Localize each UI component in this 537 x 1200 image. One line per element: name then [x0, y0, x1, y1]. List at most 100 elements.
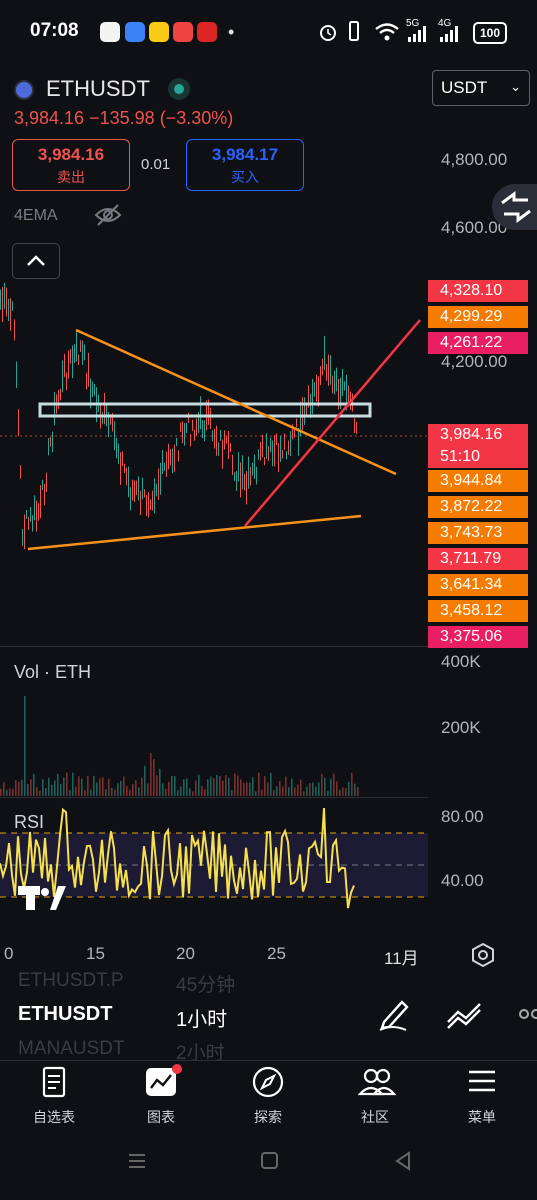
volume-bar: [282, 786, 284, 796]
pencil-icon[interactable]: [376, 996, 410, 1032]
settings-icon[interactable]: [470, 942, 496, 968]
sell-label: 卖出: [57, 169, 85, 185]
chevron-down-icon: ⌄: [510, 79, 521, 94]
signal-icon: [408, 26, 426, 42]
nav-watchlist[interactable]: 自选表: [4, 1062, 104, 1132]
eth-icon: [14, 80, 34, 100]
price-tag: 4,299.29: [428, 306, 528, 328]
compass-icon: [252, 1066, 284, 1098]
volume-bar: [357, 787, 359, 796]
community-icon: [358, 1068, 397, 1096]
volume-bar: [189, 788, 191, 796]
price-axis-label: 4,800.00: [441, 150, 508, 169]
share-chart-button[interactable]: [492, 184, 537, 230]
volume-bar: [126, 786, 128, 796]
volume-bar: [288, 787, 290, 796]
volume-bar: [51, 784, 53, 796]
volume-bar: [237, 775, 239, 796]
volume-bar: [168, 781, 170, 796]
app-notification-icon: [125, 22, 145, 42]
pane-divider: [0, 797, 428, 798]
volume-bar: [228, 777, 230, 796]
symbol-list[interactable]: ETHUSDT.P 45分钟 ETHUSDT 1小时 MANAUSDT 2小时: [0, 970, 537, 1060]
spread-value: 0.01: [141, 156, 171, 173]
volume-bar: [264, 776, 266, 796]
buy-button[interactable]: 3,984.17 买入: [186, 139, 304, 191]
time-axis-label: 20: [176, 944, 195, 963]
home-icon[interactable]: [259, 1150, 281, 1172]
volume-bar: [78, 776, 80, 796]
volume-axis-label: 200K: [441, 718, 481, 737]
volume-bar: [6, 789, 8, 796]
volume-bar: [192, 791, 194, 796]
volume-chart[interactable]: [0, 680, 428, 798]
volume-bar: [240, 779, 242, 796]
volume-bar: [123, 776, 125, 796]
trendline-tool-icon[interactable]: [444, 998, 484, 1030]
nav-menu[interactable]: 菜单: [432, 1062, 532, 1132]
ascending-trendline[interactable]: [27, 514, 362, 551]
volume-bar: [33, 773, 35, 796]
volume-bar: [351, 772, 353, 796]
volume-bar: [306, 786, 308, 796]
volume-bar: [39, 790, 41, 796]
wifi-icon: [375, 23, 399, 41]
list-item-timeframe[interactable]: 1小时: [176, 1003, 227, 1032]
list-item-timeframe[interactable]: 45分钟: [176, 970, 235, 997]
more-tools-icon[interactable]: [518, 1008, 537, 1020]
market-status-icon[interactable]: [168, 78, 190, 100]
resistance-rectangle[interactable]: [38, 402, 372, 418]
volume-bar: [273, 790, 275, 796]
list-item-symbol[interactable]: ETHUSDT.P: [18, 970, 124, 992]
change-percent: (−3.30%): [159, 108, 234, 128]
nav-chart[interactable]: 图表: [111, 1062, 211, 1132]
volume-bar: [339, 789, 341, 796]
time-axis-label: 11月: [384, 949, 419, 968]
volume-bar: [186, 778, 188, 796]
rising-trendline[interactable]: [244, 319, 421, 527]
indicator-legend[interactable]: 4EMA: [14, 207, 58, 225]
volume-bar: [9, 788, 11, 796]
volume-bar: [180, 786, 182, 796]
volume-bar: [258, 772, 260, 796]
price-change: 3,984.16 −135.98 (−3.30%): [14, 108, 233, 129]
price-tag: 3,872.22: [428, 496, 528, 518]
battery-icon: 100: [473, 22, 507, 44]
nav-community[interactable]: 社区: [325, 1062, 425, 1132]
volume-bar: [21, 779, 23, 796]
volume-bar: [48, 777, 50, 796]
more-notifications-dot: •: [228, 22, 235, 42]
eye-off-icon[interactable]: [94, 203, 122, 227]
rsi-axis-label: 80.00: [441, 807, 484, 826]
volume-bar: [270, 772, 272, 796]
recent-apps-icon[interactable]: [126, 1150, 148, 1172]
sell-button[interactable]: 3,984.16 卖出: [12, 139, 130, 191]
rsi-chart[interactable]: [0, 800, 428, 930]
volume-bar: [96, 782, 98, 796]
list-item-timeframe[interactable]: 2小时: [176, 1038, 225, 1060]
list-item-symbol[interactable]: ETHUSDT: [18, 1003, 112, 1026]
volume-bar: [0, 788, 2, 796]
price-tag: 51:10: [428, 446, 528, 468]
volume-bar: [102, 777, 104, 796]
volume-bar: [336, 781, 338, 796]
volume-bar: [105, 789, 107, 796]
price-axis-label: 4,200.00: [441, 352, 508, 371]
nav-explore[interactable]: 探索: [218, 1062, 318, 1132]
time-axis-label: 15: [86, 944, 105, 963]
volume-bar: [177, 790, 179, 796]
volume-bar: [252, 777, 254, 796]
share-icon: [501, 191, 531, 223]
price-tag: 3,944.84: [428, 470, 528, 492]
list-item-symbol[interactable]: MANAUSDT: [18, 1038, 125, 1060]
symbol-name[interactable]: ETHUSDT: [46, 76, 150, 102]
back-icon[interactable]: [392, 1150, 414, 1172]
volume-bar: [324, 777, 326, 796]
volume-bar: [210, 776, 212, 796]
status-bar: 07:08 • 5G 4G 100: [0, 0, 537, 62]
volume-bar: [174, 776, 176, 796]
volume-bar: [93, 775, 95, 796]
volume-bar: [303, 791, 305, 796]
volume-bar: [225, 775, 227, 796]
currency-select[interactable]: USDT ⌄: [432, 70, 530, 106]
